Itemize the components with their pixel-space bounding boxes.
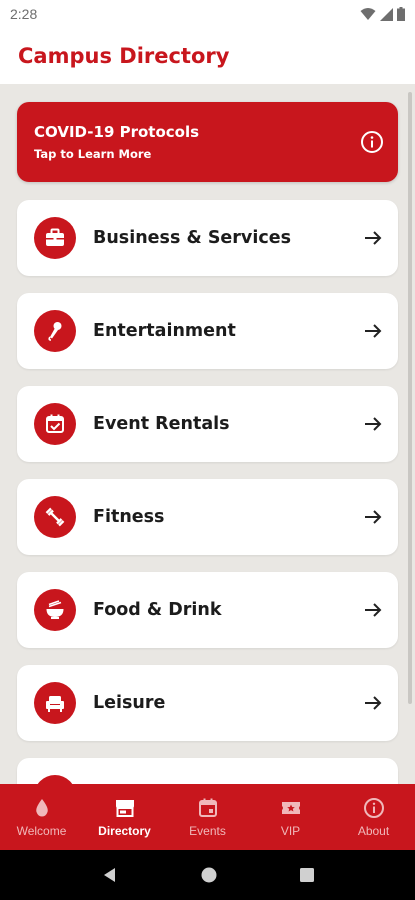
category-label: Business & Services bbox=[93, 228, 291, 248]
nav-label: Directory bbox=[98, 823, 151, 838]
directory-list[interactable]: COVID-19 Protocols Tap to Learn More Bus… bbox=[0, 84, 415, 784]
calendar-check-icon bbox=[34, 403, 76, 445]
category-icon bbox=[34, 775, 76, 784]
info-icon bbox=[363, 797, 384, 818]
dumbbell-icon bbox=[34, 496, 76, 538]
scrollbar[interactable] bbox=[408, 92, 412, 704]
category-entertainment[interactable]: Entertainment bbox=[17, 293, 398, 369]
nav-label: Welcome bbox=[16, 823, 67, 838]
banner-subtitle: Tap to Learn More bbox=[34, 147, 152, 161]
status-time: 2:28 bbox=[10, 6, 38, 22]
nav-vip[interactable]: VIP bbox=[249, 784, 332, 850]
banner-title: COVID-19 Protocols bbox=[34, 123, 200, 141]
category-business-services[interactable]: Business & Services bbox=[17, 200, 398, 276]
arrow-right-icon bbox=[365, 603, 382, 617]
nav-about[interactable]: About bbox=[332, 784, 415, 850]
arrow-right-icon bbox=[365, 231, 382, 245]
info-icon bbox=[361, 131, 383, 153]
wifi-icon bbox=[360, 8, 376, 20]
category-label: Entertainment bbox=[93, 321, 236, 341]
signal-icon bbox=[380, 7, 393, 21]
nav-welcome[interactable]: Welcome bbox=[0, 784, 83, 850]
status-bar: 2:28 bbox=[0, 0, 415, 28]
recents-icon[interactable] bbox=[299, 867, 315, 883]
covid-protocols-banner[interactable]: COVID-19 Protocols Tap to Learn More bbox=[17, 102, 398, 182]
category-label: Leisure bbox=[93, 693, 166, 713]
arrow-right-icon bbox=[365, 324, 382, 338]
arrow-right-icon bbox=[365, 417, 382, 431]
nav-label: About bbox=[357, 823, 390, 838]
home-icon[interactable] bbox=[200, 866, 218, 884]
arrow-right-icon bbox=[365, 696, 382, 710]
system-navigation-bar bbox=[0, 850, 415, 900]
armchair-icon bbox=[34, 682, 76, 724]
microphone-icon bbox=[34, 310, 76, 352]
bowl-icon bbox=[34, 589, 76, 631]
briefcase-icon bbox=[34, 217, 76, 259]
storefront-icon bbox=[115, 799, 134, 817]
bottom-navigation: Welcome Directory Events VIP About bbox=[0, 784, 415, 850]
nav-directory[interactable]: Directory bbox=[83, 784, 166, 850]
category-food-drink[interactable]: Food & Drink bbox=[17, 572, 398, 648]
category-label: Food & Drink bbox=[93, 600, 222, 620]
arrow-right-icon bbox=[365, 510, 382, 524]
banner-text: COVID-19 Protocols Tap to Learn More bbox=[34, 123, 199, 161]
app-header: Campus Directory bbox=[0, 28, 415, 84]
category-partial[interactable] bbox=[17, 758, 398, 784]
back-icon[interactable] bbox=[101, 866, 119, 884]
category-fitness[interactable]: Fitness bbox=[17, 479, 398, 555]
droplet-icon bbox=[35, 798, 48, 816]
category-label: Fitness bbox=[93, 507, 165, 527]
nav-events[interactable]: Events bbox=[166, 784, 249, 850]
page-title: Campus Directory bbox=[18, 44, 230, 68]
battery-icon bbox=[397, 7, 405, 21]
status-icons bbox=[360, 7, 405, 21]
nav-label: Events bbox=[189, 823, 226, 838]
category-label: Event Rentals bbox=[93, 414, 230, 434]
category-event-rentals[interactable]: Event Rentals bbox=[17, 386, 398, 462]
calendar-icon bbox=[198, 798, 217, 817]
nav-label: VIP bbox=[280, 823, 301, 838]
category-leisure[interactable]: Leisure bbox=[17, 665, 398, 741]
ticket-star-icon bbox=[281, 801, 300, 814]
